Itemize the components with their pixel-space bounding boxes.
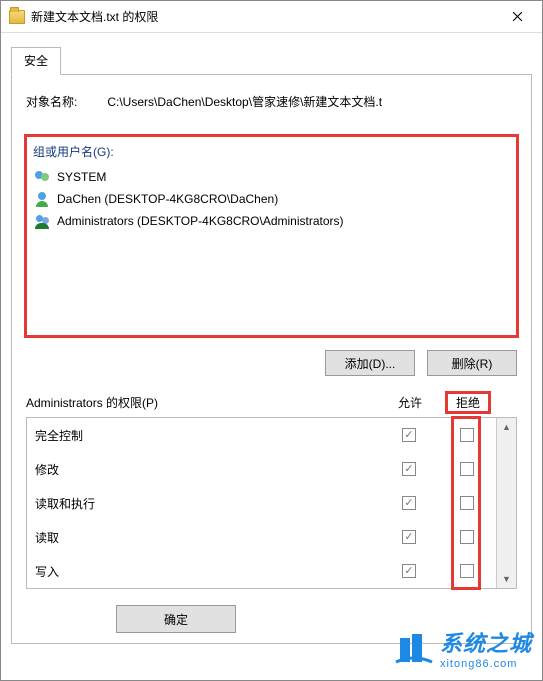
scrollbar[interactable]: ▲ ▼ [496,418,516,588]
list-item[interactable]: DaChen (DESKTOP-4KG8CRO\DaChen) [31,188,512,210]
titlebar: 新建文本文档.txt 的权限 [1,1,542,33]
permissions-header: Administrators 的权限(P) 允许 拒绝 [26,394,517,411]
watermark: 系统之城 xitong86.com [394,626,532,670]
users-icon [35,169,51,185]
group-users-label: 组或用户名(G): [33,143,510,160]
deny-checkbox[interactable] [460,428,474,442]
allow-checkbox[interactable]: ✓ [402,564,416,578]
window-title: 新建文本文档.txt 的权限 [31,8,494,25]
allow-checkbox[interactable]: ✓ [402,496,416,510]
tabstrip: 安全 [11,47,532,75]
security-panel: 对象名称: C:\Users\DaChen\Desktop\管家速修\新建文本文… [11,75,532,644]
permission-name: 读取和执行 [27,486,380,520]
user-icon [35,191,51,207]
allow-checkbox[interactable]: ✓ [402,462,416,476]
object-path: C:\Users\DaChen\Desktop\管家速修\新建文本文档.t [107,93,517,110]
allow-checkbox[interactable]: ✓ [402,428,416,442]
permission-name: 修改 [27,452,380,486]
deny-checkbox[interactable] [460,564,474,578]
object-label: 对象名称: [26,93,77,110]
deny-checkbox[interactable] [460,462,474,476]
watermark-text: 系统之城 [440,626,532,658]
permissions-list: 完全控制 ✓ 修改 ✓ 读取和执行 ✓ 读取 ✓ 写入 ✓ ▲ ▼ [26,417,517,589]
group-buttons: 添加(D)... 删除(R) [26,350,517,376]
ok-button[interactable]: 确定 [116,605,236,633]
permission-name: 读取 [27,520,380,554]
permission-name: 写入 [27,554,380,588]
user-name: DaChen (DESKTOP-4KG8CRO\DaChen) [57,192,278,206]
allow-header: 允许 [381,394,439,411]
deny-header: 拒绝 [439,394,497,411]
deny-checkbox[interactable] [460,496,474,510]
list-item[interactable]: SYSTEM [31,166,512,188]
remove-button[interactable]: 删除(R) [427,350,517,376]
close-button[interactable] [494,2,540,32]
object-row: 对象名称: C:\Users\DaChen\Desktop\管家速修\新建文本文… [26,93,517,110]
watermark-logo-icon [394,628,434,668]
folder-icon [9,10,25,24]
watermark-url: xitong86.com [440,658,532,670]
deny-header-text: 拒绝 [456,396,480,410]
scroll-up-icon[interactable]: ▲ [497,418,516,436]
user-list[interactable]: SYSTEM DaChen (DESKTOP-4KG8CRO\DaChen) Adm… [31,164,512,234]
scroll-down-icon[interactable]: ▼ [497,570,516,588]
user-name: SYSTEM [57,170,106,184]
user-name: Administrators (DESKTOP-4KG8CRO\Administ… [57,214,344,228]
add-button[interactable]: 添加(D)... [325,350,415,376]
permission-name: 完全控制 [27,418,380,452]
list-item[interactable]: Administrators (DESKTOP-4KG8CRO\Administ… [31,210,512,232]
close-icon [512,11,523,22]
permissions-header-label: Administrators 的权限(P) [26,394,381,411]
users-icon [35,213,51,229]
group-users-box: 组或用户名(G): SYSTEM DaChen (DESKTOP-4KG8CRO\… [26,136,517,336]
deny-checkbox[interactable] [460,530,474,544]
allow-checkbox[interactable]: ✓ [402,530,416,544]
tab-security[interactable]: 安全 [11,47,61,75]
